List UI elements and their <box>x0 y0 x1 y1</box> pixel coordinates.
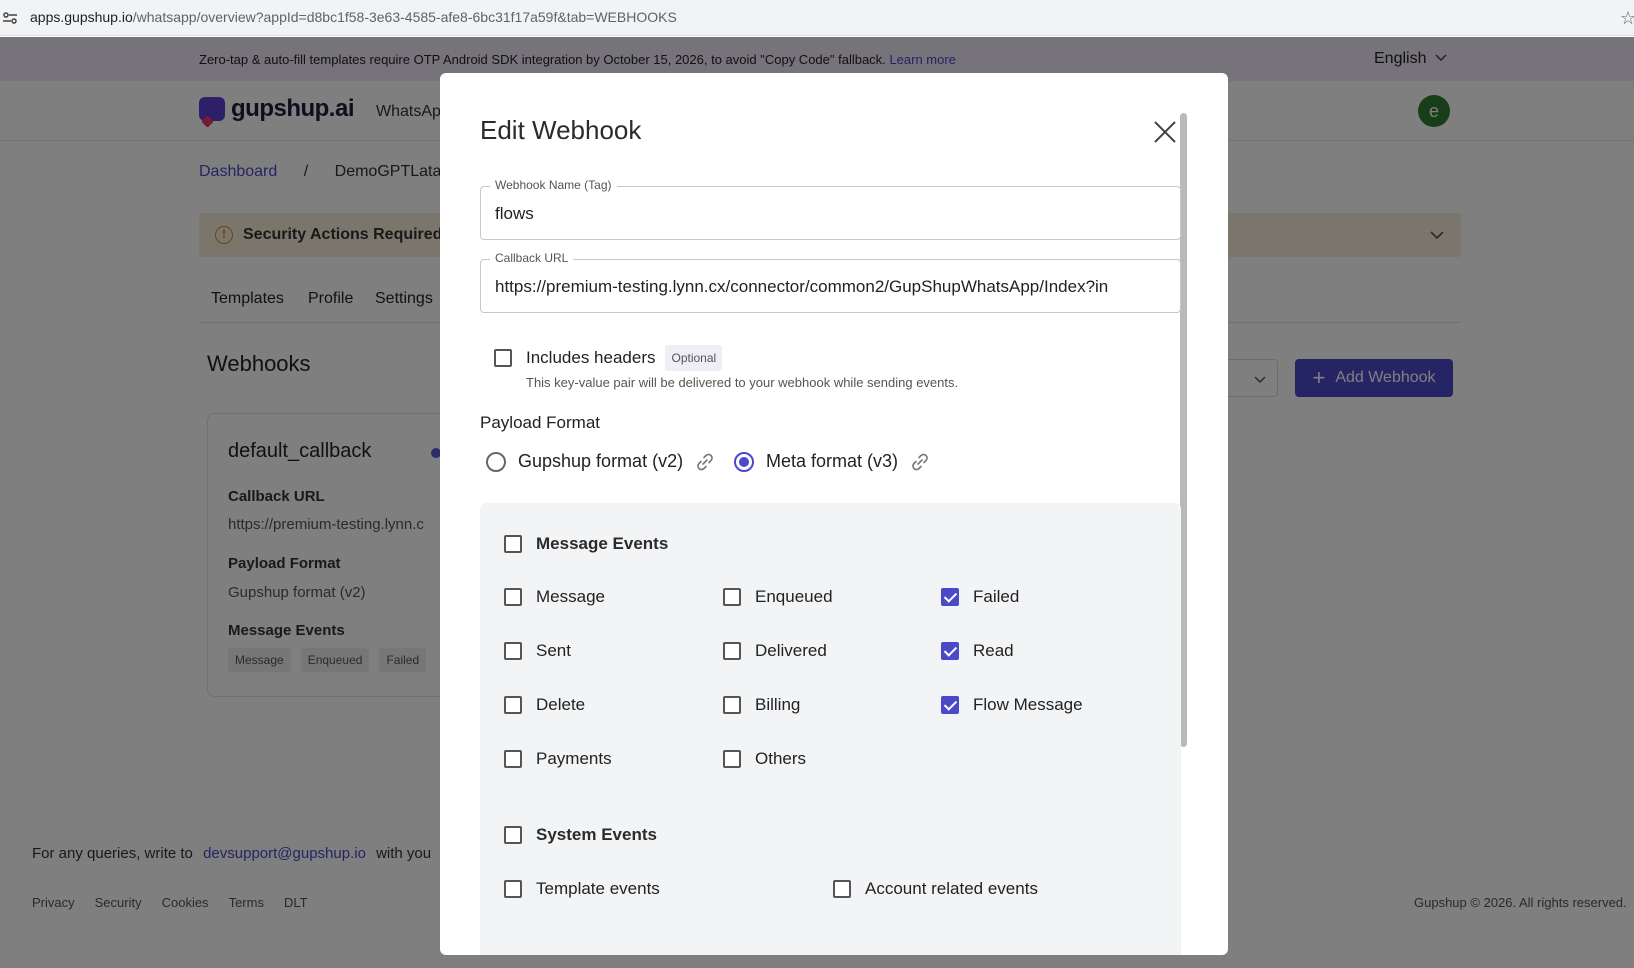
format-v2-radio[interactable] <box>486 451 506 472</box>
webhook-name-field[interactable]: Webhook Name (Tag) flows <box>480 178 1181 240</box>
close-icon[interactable] <box>1152 119 1178 145</box>
event-option[interactable]: Payments <box>504 749 612 769</box>
events-panel: Message Events Message Enqueued Failed S… <box>480 503 1181 955</box>
event-label: Others <box>755 749 807 768</box>
event-option[interactable]: Billing <box>723 695 800 715</box>
event-option[interactable]: Enqueued <box>723 587 833 607</box>
event-label: Message <box>536 587 605 606</box>
event-option[interactable]: Failed <box>941 587 1019 607</box>
event-checkbox[interactable] <box>941 642 959 660</box>
event-label: Enqueued <box>755 587 833 606</box>
event-option[interactable]: Others <box>723 749 806 769</box>
event-checkbox[interactable] <box>504 642 522 660</box>
link-icon[interactable] <box>910 452 930 472</box>
event-option[interactable]: Account related events <box>833 879 1038 899</box>
event-label: Account related events <box>865 879 1038 898</box>
event-checkbox[interactable] <box>723 588 741 606</box>
event-label: Delivered <box>755 641 827 660</box>
event-option[interactable]: Message <box>504 587 605 607</box>
dialog-title: Edit Webhook <box>480 115 642 145</box>
event-checkbox[interactable] <box>941 588 959 606</box>
includes-headers-row: Includes headers Optional <box>494 345 723 371</box>
format-v3-radio[interactable] <box>734 451 754 472</box>
event-checkbox[interactable] <box>723 642 741 660</box>
event-label: Billing <box>755 695 801 714</box>
event-option[interactable]: Read <box>941 641 1014 661</box>
url-path: /whatsapp/overview?appId=d8bc1f58-3e63-4… <box>132 9 677 25</box>
system-events-label: System Events <box>536 825 657 844</box>
message-events-checkbox[interactable] <box>504 535 522 553</box>
event-checkbox[interactable] <box>723 750 741 768</box>
url-host: apps.gupshup.io <box>30 9 133 25</box>
event-checkbox[interactable] <box>723 696 741 714</box>
format-option-v3[interactable]: Meta format (v3) <box>734 451 930 472</box>
callback-url-label: Callback URL <box>490 251 574 265</box>
includes-headers-hint: This key-value pair will be delivered to… <box>526 375 959 390</box>
event-label: Template events <box>536 879 660 898</box>
includes-headers-checkbox[interactable] <box>494 349 512 367</box>
event-label: Failed <box>973 587 1020 606</box>
link-icon[interactable] <box>695 452 715 472</box>
message-events-group[interactable]: Message Events <box>504 534 668 554</box>
callback-url-field[interactable]: Callback URL https://premium-testing.lyn… <box>480 251 1181 313</box>
system-events-group[interactable]: System Events <box>504 825 657 845</box>
bookmark-star-icon[interactable]: ☆ <box>1620 8 1634 29</box>
event-label: Read <box>973 641 1014 660</box>
event-option[interactable]: Flow Message <box>941 695 1083 715</box>
format-v2-label: Gupshup format (v2) <box>518 451 684 471</box>
edit-webhook-dialog: Edit Webhook Webhook Name (Tag) flows Ca… <box>440 73 1228 955</box>
event-checkbox[interactable] <box>504 588 522 606</box>
callback-url-value[interactable]: https://premium-testing.lynn.cx/connecto… <box>495 277 1175 297</box>
event-option[interactable]: Delete <box>504 695 585 715</box>
webhook-name-value[interactable]: flows <box>495 204 1175 224</box>
event-option[interactable]: Sent <box>504 641 571 661</box>
includes-headers-label: Includes headers <box>526 348 656 367</box>
event-checkbox[interactable] <box>504 880 522 898</box>
webhook-name-label: Webhook Name (Tag) <box>490 178 617 192</box>
event-checkbox[interactable] <box>941 696 959 714</box>
event-label: Sent <box>536 641 571 660</box>
message-events-label: Message Events <box>536 534 669 553</box>
browser-url-bar[interactable]: apps.gupshup.io/whatsapp/overview?appId=… <box>0 0 1634 36</box>
site-settings-icon[interactable] <box>2 10 18 26</box>
format-v3-label: Meta format (v3) <box>766 451 899 471</box>
event-label: Flow Message <box>973 695 1083 714</box>
system-events-checkbox[interactable] <box>504 826 522 844</box>
address-text[interactable]: apps.gupshup.io/whatsapp/overview?appId=… <box>30 9 677 25</box>
event-checkbox[interactable] <box>504 696 522 714</box>
event-label: Payments <box>536 749 612 768</box>
event-checkbox[interactable] <box>833 880 851 898</box>
event-option[interactable]: Delivered <box>723 641 827 661</box>
optional-badge: Optional <box>665 345 723 371</box>
dialog-scrollbar[interactable] <box>1180 113 1187 747</box>
event-checkbox[interactable] <box>504 750 522 768</box>
payload-format-label: Payload Format <box>480 413 600 432</box>
format-option-v2[interactable]: Gupshup format (v2) <box>486 451 715 472</box>
event-option[interactable]: Template events <box>504 879 660 899</box>
event-label: Delete <box>536 695 586 714</box>
